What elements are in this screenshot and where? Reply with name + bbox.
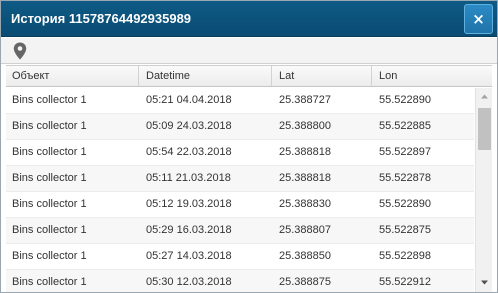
cell-object: Bins collector 1 — [12, 120, 87, 132]
cell-lon: 55.522912 — [379, 276, 431, 288]
cell-datetime: 05:21 04.04.2018 — [146, 94, 232, 106]
cell-lat: 25.388807 — [279, 224, 331, 236]
arrow-up-icon[interactable] — [476, 88, 493, 105]
cell-lat: 25.388875 — [279, 276, 331, 288]
cell-object: Bins collector 1 — [12, 94, 87, 106]
table-row[interactable]: Bins collector 1 05:09 24.03.2018 25.388… — [6, 114, 474, 140]
cell-lon: 55.522885 — [379, 120, 431, 132]
table-row[interactable]: Bins collector 1 05:27 14.03.2018 25.388… — [6, 244, 474, 270]
cell-object: Bins collector 1 — [12, 224, 87, 236]
cell-object: Bins collector 1 — [12, 250, 87, 262]
table-row[interactable]: Bins collector 1 05:11 21.03.2018 25.388… — [6, 166, 474, 192]
cell-datetime: 05:30 12.03.2018 — [146, 276, 232, 288]
cell-lat: 25.388850 — [279, 250, 331, 262]
cell-datetime: 05:54 22.03.2018 — [146, 146, 232, 158]
cell-lon: 55.522898 — [379, 250, 431, 262]
table-row[interactable]: Bins collector 1 05:21 04.04.2018 25.388… — [6, 88, 474, 114]
column-header-object[interactable]: Объект — [6, 66, 139, 86]
cell-object: Bins collector 1 — [12, 198, 87, 210]
cell-datetime: 05:27 14.03.2018 — [146, 250, 232, 262]
table-row[interactable]: Bins collector 1 05:12 19.03.2018 25.388… — [6, 192, 474, 218]
cell-lat: 25.388818 — [279, 146, 331, 158]
cell-object: Bins collector 1 — [12, 276, 87, 288]
column-header-lon[interactable]: Lon — [373, 66, 492, 86]
window-titlebar[interactable]: История 11578764492935989 × — [1, 1, 497, 37]
vertical-scrollbar[interactable] — [475, 88, 493, 292]
close-button[interactable]: × — [464, 4, 493, 34]
cell-lon: 55.522875 — [379, 224, 431, 236]
table-row[interactable]: Bins collector 1 05:29 16.03.2018 25.388… — [6, 218, 474, 244]
cell-datetime: 05:11 21.03.2018 — [146, 172, 231, 184]
cell-lat: 25.388818 — [279, 172, 331, 184]
table-row[interactable]: Bins collector 1 05:30 12.03.2018 25.388… — [6, 270, 474, 292]
window-right-edge — [492, 65, 497, 292]
cell-lat: 25.388830 — [279, 198, 331, 210]
cell-datetime: 05:12 19.03.2018 — [146, 198, 232, 210]
grid-body: Bins collector 1 05:21 04.04.2018 25.388… — [6, 88, 474, 292]
cell-lon: 55.522878 — [379, 172, 431, 184]
map-pin-icon[interactable] — [13, 42, 27, 60]
grid-header: Объект Datetime Lat Lon — [6, 65, 492, 87]
cell-object: Bins collector 1 — [12, 172, 87, 184]
cell-lon: 55.522897 — [379, 146, 431, 158]
toolbar — [1, 38, 497, 64]
history-window: История 11578764492935989 × Объект Datet… — [0, 0, 498, 293]
column-header-datetime[interactable]: Datetime — [140, 66, 272, 86]
window-title: История 11578764492935989 — [11, 11, 192, 26]
cell-datetime: 05:29 16.03.2018 — [146, 224, 232, 236]
cell-object: Bins collector 1 — [12, 146, 87, 158]
cell-lat: 25.388800 — [279, 120, 331, 132]
arrow-down-icon[interactable] — [476, 274, 493, 291]
cell-lat: 25.388727 — [279, 94, 331, 106]
scrollbar-thumb[interactable] — [478, 108, 491, 150]
close-icon: × — [472, 9, 485, 28]
cell-lon: 55.522890 — [379, 94, 431, 106]
cell-datetime: 05:09 24.03.2018 — [146, 120, 232, 132]
table-row[interactable]: Bins collector 1 05:54 22.03.2018 25.388… — [6, 140, 474, 166]
column-header-lat[interactable]: Lat — [273, 66, 372, 86]
cell-lon: 55.522890 — [379, 198, 431, 210]
